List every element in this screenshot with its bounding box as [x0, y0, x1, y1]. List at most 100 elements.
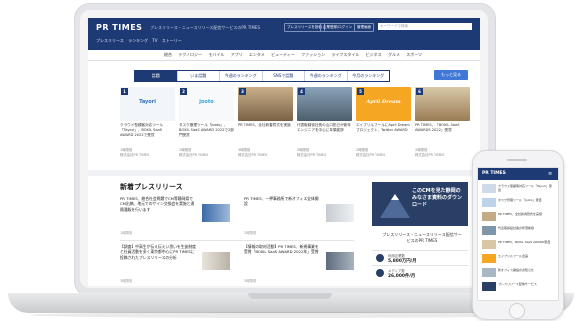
phone-list-item[interactable]: クラウド型顧客対応ツール「Tayori」受賞: [482, 184, 554, 195]
phone-item-title[interactable]: エイプリルフール企画: [498, 254, 554, 258]
news-thumbnail: [202, 204, 230, 222]
phone-thumbnail: [482, 198, 496, 207]
category-gourmet[interactable]: グルメ: [388, 52, 400, 57]
phone-thumbnail: [482, 268, 496, 277]
phone-thumbnail: [482, 184, 496, 193]
phone-header: PR TIMES ≡: [478, 168, 558, 180]
news-separator: [120, 240, 354, 241]
ranking-card[interactable]: 4 代表取締役社長の山口拓己が新年エンジニアを中心に年頭挨拶 5時間前 株式会社…: [297, 87, 352, 167]
subnav-item-tv[interactable]: TV: [152, 38, 157, 43]
subnav-item-story[interactable]: ストーリー: [162, 38, 182, 43]
news-time: 3時間前: [244, 279, 257, 283]
category-entertainment[interactable]: エンタメ: [249, 52, 265, 57]
sidebar-heading: プレスリリース・ニュースリリース配信サービスのPR TIMES: [382, 232, 462, 243]
company-login-button[interactable]: 企業登録/ログイン: [320, 23, 356, 32]
menu-icon[interactable]: ≡: [548, 171, 552, 177]
news-item[interactable]: 【情報の取材活動】PR TIMES、新規事業を受賞「BOXIL SaaS AWA…: [244, 244, 354, 284]
ranking-cards: Tayori 1 クラウド型顧客対応ツール「Tayori」、BOXIL SaaS…: [120, 87, 472, 167]
category-business[interactable]: ビジネス: [366, 52, 382, 57]
tab-trending[interactable]: いま話題: [178, 71, 220, 81]
ranking-card[interactable]: 3 PR TIMES、全社新春賀式を実施 3時間前 株式会社PR TIMES: [238, 87, 293, 167]
site-header: PR TIMES プレスリリース・ニュースリリース配信サービスのPR TIMES…: [88, 18, 480, 50]
news-time: 2時間前: [244, 231, 257, 235]
phone-list-item[interactable]: プレスリリース配信サービス: [482, 282, 554, 293]
news-title[interactable]: PR TIMES、総合社会問題でCM等静岡県でCM出稿、地元でのサイン交換会を実…: [120, 196, 198, 212]
stat-value: 5,800万円/月: [388, 259, 417, 264]
category-sports[interactable]: スポーツ: [406, 52, 422, 57]
category-beauty[interactable]: ビューティー: [271, 52, 295, 57]
tab-weekly[interactable]: 今週のランキング: [305, 71, 348, 81]
category-lifestyle[interactable]: ライフスタイル: [331, 52, 359, 57]
tab-topic[interactable]: 話題: [135, 71, 178, 81]
card-title[interactable]: クラウド型顧客対応ツール「Tayori」、BOXIL SaaS AWARD 20…: [120, 123, 175, 143]
phone-list-item[interactable]: PR TIMES、BOXIL SaaS AWARD受賞: [482, 240, 554, 251]
stat-value: 26,000件/月: [388, 274, 416, 279]
phone-list-item[interactable]: タスク管理ツール「Jooto」受賞: [482, 198, 554, 209]
phone-list-item[interactable]: エイプリルフール企画: [482, 254, 554, 265]
card-company: 株式会社PR TIMES: [415, 153, 445, 157]
category-mobile[interactable]: モバイル: [208, 52, 224, 57]
card-title[interactable]: タスク管理ツール「Jooto」、BOXIL SaaS AWARD 2022で2部…: [179, 123, 234, 143]
phone-item-title[interactable]: プレスリリース配信サービス: [498, 282, 554, 286]
laptop-screen: PR TIMES プレスリリース・ニュースリリース配信サービスのPR TIMES…: [88, 18, 480, 286]
news-title[interactable]: PR TIMES、一押事務所で新オフィス全体開設: [244, 196, 322, 207]
news-title[interactable]: 【情報の取材活動】PR TIMES、新規事業を受賞「BOXIL SaaS AWA…: [244, 244, 322, 255]
news-time: 3時間前: [120, 279, 133, 283]
category-all[interactable]: 総合: [164, 52, 172, 57]
phone-item-title[interactable]: 新オフィス開設のお知らせ: [498, 268, 554, 272]
ranking-card[interactable]: April Dream 5 エイプリルフールにApril Dream プロジェク…: [356, 87, 411, 167]
card-thumbnail: jooto: [179, 87, 234, 121]
tab-sns[interactable]: SNSで話題: [263, 71, 305, 81]
search-input[interactable]: キーワードで検索: [378, 23, 472, 30]
phone-thumbnail: [482, 212, 496, 221]
laptop-shadow: [30, 312, 550, 318]
card-title[interactable]: エイプリルフールにApril Dream プロジェクト、Twitter AWAR…: [356, 123, 411, 143]
card-company: 株式会社PR TIMES: [120, 153, 150, 157]
phone-item-title[interactable]: クラウド型顧客対応ツール「Tayori」受賞: [498, 184, 554, 192]
news-time: 1時間前: [120, 231, 133, 235]
card-thumbnail: [297, 87, 352, 121]
phone-item-title[interactable]: PR TIMES、全社新春賀式を実施: [498, 212, 554, 216]
more-button[interactable]: もっと見る: [434, 70, 468, 80]
admin-button[interactable]: 管理画面: [354, 23, 374, 32]
card-company: 株式会社PR TIMES: [238, 153, 268, 157]
rank-badge: 5: [357, 88, 364, 95]
tab-monthly[interactable]: 今月のランキング: [348, 71, 390, 81]
category-bar: 総合 テクノロジー モバイル アプリ エンタメ ビューティー ファッション ライ…: [88, 50, 480, 61]
home-button[interactable]: [509, 303, 525, 319]
tab-weekly-ranking[interactable]: 今週のランキング: [220, 71, 263, 81]
phone-list-item[interactable]: 新オフィス開設のお知らせ: [482, 268, 554, 279]
ranking-tabs: 話題 いま話題 今週のランキング SNSで話題 今週のランキング 今月のランキン…: [134, 70, 390, 82]
phone-item-title[interactable]: タスク管理ツール「Jooto」受賞: [498, 198, 554, 202]
mountain-icon: [380, 194, 410, 218]
jooto-logo: jooto: [199, 99, 214, 105]
phone-list-item[interactable]: PR TIMES、全社新春賀式を実施: [482, 212, 554, 223]
news-thumbnail: [202, 252, 230, 270]
rank-badge: 6: [416, 88, 423, 95]
site-logo[interactable]: PR TIMES: [96, 23, 142, 32]
category-fashion[interactable]: ファッション: [301, 52, 325, 57]
subnav-item-ranking[interactable]: ランキング: [128, 38, 148, 43]
subnav-item-release[interactable]: プレスリリース: [96, 38, 124, 43]
card-thumbnail: [238, 87, 293, 121]
phone-list-item[interactable]: 代表取締役社長の年頭挨拶: [482, 226, 554, 237]
news-title[interactable]: 【調査】中高生が伝え伝えい思いを生徒制度と社員活動を多く東京都中心にPR TIM…: [120, 244, 198, 260]
phone-item-title[interactable]: 代表取締役社長の年頭挨拶: [498, 226, 554, 230]
category-tech[interactable]: テクノロジー: [178, 52, 202, 57]
news-item[interactable]: PR TIMES、一押事務所で新オフィス全体開設 2時間前: [244, 196, 354, 236]
card-title[interactable]: PR TIMES、「BOXIL SaaS AWARDS 2022」受賞: [415, 123, 470, 143]
news-item[interactable]: 【調査】中高生が伝え伝えい思いを生徒制度と社員活動を多く東京都中心にPR TIM…: [120, 244, 230, 284]
ad-text[interactable]: このCMを見た静岡のみなさま資料のダウンロード: [412, 188, 464, 209]
ranking-card[interactable]: 6 PR TIMES、「BOXIL SaaS AWARDS 2022」受賞 2時…: [415, 87, 470, 167]
phone-thumbnail: [482, 254, 496, 263]
news-item[interactable]: PR TIMES、総合社会問題でCM等静岡県でCM出稿、地元でのサイン交換会を実…: [120, 196, 230, 236]
card-title[interactable]: 代表取締役社長の山口拓己が新年エンジニアを中心に年頭挨拶: [297, 123, 352, 143]
sub-navigation: プレスリリース ランキング TV ストーリー: [96, 38, 185, 44]
category-app[interactable]: アプリ: [231, 52, 243, 57]
phone-item-title[interactable]: PR TIMES、BOXIL SaaS AWARD受賞: [498, 240, 554, 244]
send-release-button[interactable]: プレスリリースを投稿: [284, 23, 325, 32]
card-title[interactable]: PR TIMES、全社新春賀式を実施: [238, 123, 293, 143]
ranking-card[interactable]: Tayori 1 クラウド型顧客対応ツール「Tayori」、BOXIL SaaS…: [120, 87, 175, 167]
phone-logo[interactable]: PR TIMES: [482, 171, 506, 176]
ranking-card[interactable]: jooto 2 タスク管理ツール「Jooto」、BOXIL SaaS AWARD…: [179, 87, 234, 167]
